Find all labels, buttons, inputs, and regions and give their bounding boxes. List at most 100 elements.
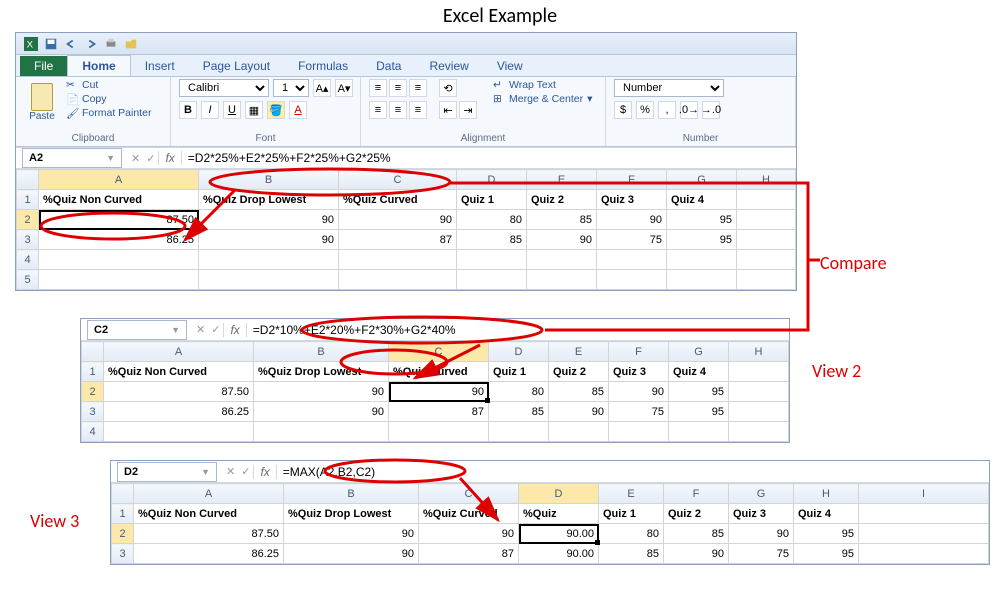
view2-formula[interactable]: =D2*10%+E2*20%+F2*30%+G2*40% [247,323,789,337]
cell[interactable]: 90 [729,524,794,544]
tab-formulas[interactable]: Formulas [284,56,362,76]
cell[interactable]: 75 [609,402,669,422]
cell[interactable]: %Quiz Non Curved [39,190,199,210]
cell[interactable] [729,362,789,382]
align-bottom-button[interactable]: ≡ [409,79,427,97]
cell[interactable]: 90.00 [519,544,599,564]
open-icon[interactable] [124,37,138,51]
cell[interactable] [729,382,789,402]
cell[interactable]: %Quiz Drop Lowest [199,190,339,210]
cell[interactable]: 90 [609,382,669,402]
copy-button[interactable]: 📄Copy [66,93,151,105]
font-size-select[interactable]: 11 [273,79,309,97]
cell[interactable]: 90 [527,230,597,250]
col-header[interactable]: G [729,484,794,504]
col-header[interactable]: H [794,484,859,504]
view2-grid[interactable]: A B C D E F G H 1 %Quiz Non Curved %Quiz… [81,341,789,442]
enter-icon[interactable]: ✓ [238,465,253,478]
cell[interactable] [859,544,989,564]
format-painter-button[interactable]: 🖌Format Painter [66,107,151,119]
cell[interactable] [737,210,796,230]
cell[interactable] [737,190,796,210]
row-header-4[interactable]: 4 [17,250,39,270]
orientation-button[interactable]: ⟲ [439,79,457,97]
cell-C2[interactable]: 90 [389,382,489,402]
cell[interactable]: %Quiz Curved [389,362,489,382]
cell[interactable]: Quiz 3 [609,362,669,382]
col-header-C[interactable]: C [339,170,457,190]
col-header[interactable]: E [549,342,609,362]
cell[interactable]: %Quiz Curved [339,190,457,210]
cell[interactable] [859,524,989,544]
tab-review[interactable]: Review [415,56,482,76]
row-header[interactable]: 2 [82,382,104,402]
cell[interactable]: 85 [457,230,527,250]
col-header-D[interactable]: D [457,170,527,190]
cell[interactable]: 87 [339,230,457,250]
align-center-button[interactable]: ≡ [389,101,407,119]
cell[interactable]: 80 [599,524,664,544]
view3-grid[interactable]: A B C D E F G H I 1 %Quiz Non Curved %Qu… [111,483,989,564]
align-middle-button[interactable]: ≡ [389,79,407,97]
fx-icon[interactable]: fx [253,465,276,479]
paste-button[interactable]: Paste [24,79,60,125]
cell[interactable]: Quiz 1 [599,504,664,524]
number-format-select[interactable]: Number [614,79,724,97]
font-name-select[interactable]: Calibri [179,79,269,97]
cell[interactable]: 87 [389,402,489,422]
cell[interactable]: %Quiz Curved [419,504,519,524]
view3-formula[interactable]: =MAX(A2,B2,C2) [277,465,989,479]
cell[interactable]: %Quiz Drop Lowest [284,504,419,524]
cell[interactable]: 90 [664,544,729,564]
tab-insert[interactable]: Insert [131,56,189,76]
row-header[interactable]: 3 [82,402,104,422]
cell[interactable]: 95 [794,544,859,564]
view1-name-box[interactable]: A2▼ [22,148,122,168]
cell[interactable]: %Quiz [519,504,599,524]
tab-home[interactable]: Home [67,55,130,76]
col-header[interactable]: F [609,342,669,362]
cell[interactable]: 90 [549,402,609,422]
row-header[interactable]: 3 [112,544,134,564]
tab-file[interactable]: File [20,56,67,76]
row-header[interactable]: 2 [112,524,134,544]
cell[interactable]: Quiz 1 [457,190,527,210]
view1-formula[interactable]: =D2*25%+E2*25%+F2*25%+G2*25% [182,151,796,165]
row-header-1[interactable]: 1 [17,190,39,210]
cell[interactable]: 87.50 [134,524,284,544]
col-header[interactable]: I [859,484,989,504]
merge-center-button[interactable]: ⊞Merge & Center ▾ [493,93,592,105]
cell[interactable]: 90 [199,230,339,250]
cell[interactable]: 86.25 [134,544,284,564]
cell[interactable] [737,230,796,250]
cell[interactable]: 75 [729,544,794,564]
cell[interactable]: 90 [339,210,457,230]
col-header[interactable]: B [284,484,419,504]
fx-icon[interactable]: fx [158,151,181,165]
cell[interactable]: %Quiz Non Curved [104,362,254,382]
undo-icon[interactable] [64,37,78,51]
cell-A2[interactable]: 87.50 [39,210,199,230]
font-color-button[interactable]: A [289,101,307,119]
cell[interactable]: 90 [597,210,667,230]
col-header-H[interactable]: H [737,170,796,190]
col-header-E[interactable]: E [527,170,597,190]
fill-color-button[interactable]: 🪣 [267,101,285,119]
cell[interactable]: 90 [419,524,519,544]
col-header[interactable]: D [489,342,549,362]
view3-name-box[interactable]: D2▼ [117,462,217,482]
col-header[interactable]: C [389,342,489,362]
cell[interactable]: 95 [667,230,737,250]
tab-view[interactable]: View [483,56,537,76]
cell[interactable]: 85 [549,382,609,402]
decrease-indent-button[interactable]: ⇤ [439,101,457,119]
italic-button[interactable]: I [201,101,219,119]
col-header[interactable]: G [669,342,729,362]
cell[interactable]: 75 [597,230,667,250]
cell[interactable] [859,504,989,524]
cell[interactable]: 80 [457,210,527,230]
row-header-5[interactable]: 5 [17,270,39,290]
col-header[interactable]: H [729,342,789,362]
cell[interactable]: Quiz 4 [669,362,729,382]
cell[interactable]: 85 [599,544,664,564]
